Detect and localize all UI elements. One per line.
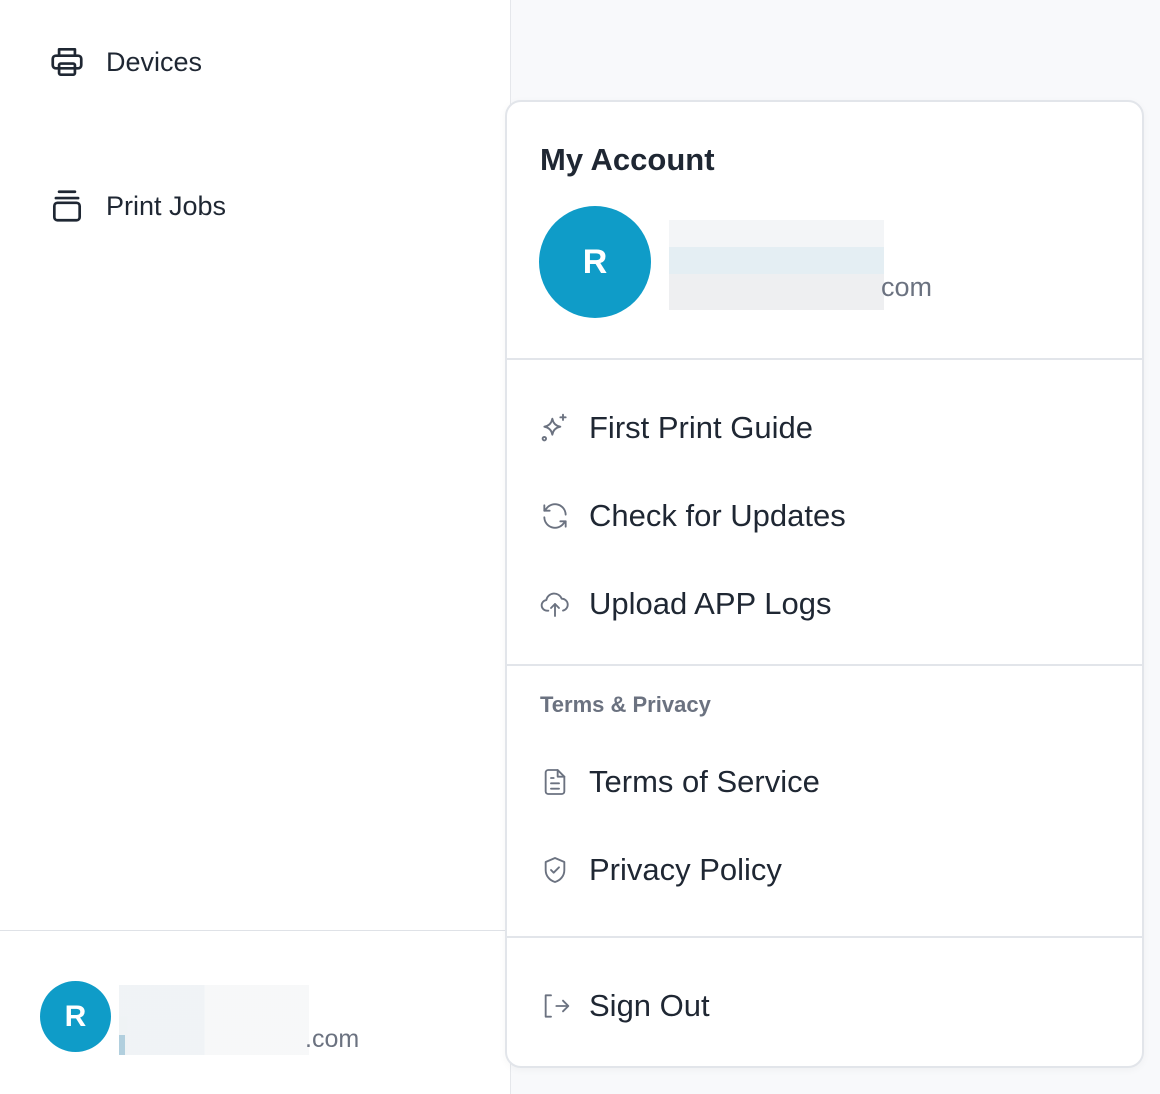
account-menu-footer: Sign Out (507, 938, 1142, 1066)
account-menu-title: My Account (540, 142, 715, 177)
menu-item-label: Terms of Service (589, 764, 820, 799)
sidebar-item-label: Print Jobs (106, 190, 227, 221)
sidebar-item-devices[interactable]: Devices (48, 42, 202, 82)
redacted-email (669, 220, 884, 310)
menu-item-label: Check for Updates (589, 498, 846, 533)
app-window: Devices Print Jobs R .com My Account R c… (0, 0, 1160, 1094)
refresh-icon (539, 500, 571, 532)
redacted-email (119, 985, 309, 1055)
sidebar-item-label: Devices (106, 46, 203, 77)
sidebar-item-print-jobs[interactable]: Print Jobs (48, 186, 226, 226)
check-for-updates-item[interactable]: Check for Updates (539, 498, 846, 534)
menu-item-label: Privacy Policy (589, 852, 782, 887)
menu-item-label: Upload APP Logs (589, 586, 832, 621)
sign-out-icon (539, 990, 571, 1022)
account-menu-tools: First Print Guide Check for Updates Uplo… (507, 360, 1142, 666)
sparkle-icon (539, 412, 571, 444)
sidebar-account-button[interactable]: R .com (0, 930, 511, 1094)
avatar: R (40, 981, 111, 1052)
sign-out-button[interactable]: Sign Out (539, 988, 710, 1024)
terms-of-service-item[interactable]: Terms of Service (539, 764, 820, 800)
menu-item-label: First Print Guide (589, 410, 813, 445)
document-icon (539, 766, 571, 798)
avatar: R (539, 206, 651, 318)
account-menu: My Account R com First Print Guide Check… (505, 100, 1144, 1068)
account-menu-legal: Terms & Privacy Terms of Service Privacy… (507, 666, 1142, 938)
upload-app-logs-item[interactable]: Upload APP Logs (539, 586, 831, 622)
shield-check-icon (539, 854, 571, 886)
section-heading: Terms & Privacy (540, 692, 711, 717)
account-email: .com (305, 1025, 360, 1053)
stack-icon (48, 186, 86, 226)
printer-icon (48, 42, 86, 82)
cloud-upload-icon (539, 588, 571, 620)
first-print-guide-item[interactable]: First Print Guide (539, 410, 813, 446)
privacy-policy-item[interactable]: Privacy Policy (539, 852, 782, 888)
sidebar: Devices Print Jobs R .com (0, 0, 511, 1094)
account-menu-header: My Account R com (507, 102, 1142, 360)
menu-item-label: Sign Out (589, 988, 710, 1023)
account-email: com (881, 272, 933, 302)
